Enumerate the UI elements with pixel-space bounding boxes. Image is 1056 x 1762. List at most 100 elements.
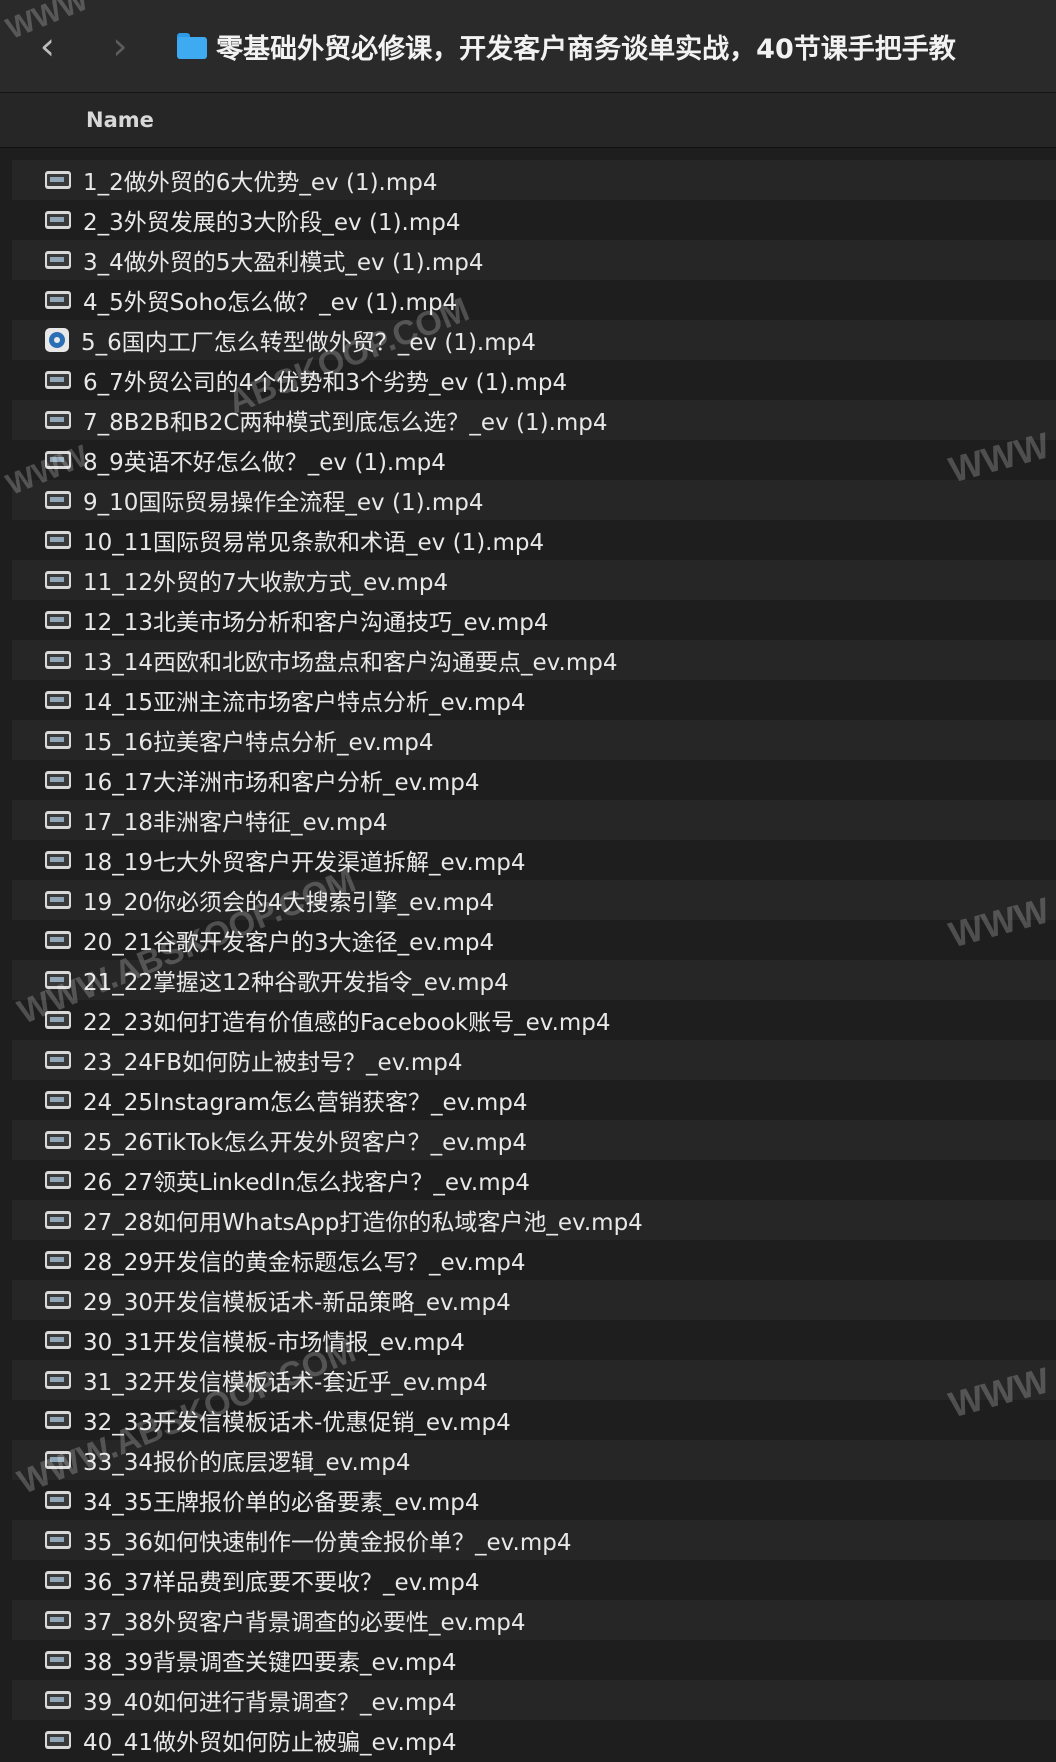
file-row[interactable]: 22_23如何打造有价值感的Facebook账号_ev.mp4 [12,1000,1056,1040]
file-row[interactable]: 31_32开发信模板话术-套近乎_ev.mp4 [12,1360,1056,1400]
file-name: 39_40如何进行背景调查？_ev.mp4 [83,1690,457,1716]
file-name: 30_31开发信模板-市场情报_ev.mp4 [83,1330,465,1356]
file-name: 9_10国际贸易操作全流程_ev (1).mp4 [83,490,484,516]
file-row[interactable]: 6_7外贸公司的4个优势和3个劣势_ev (1).mp4 [12,360,1056,400]
video-file-icon [45,1491,71,1509]
file-name: 25_26TikTok怎么开发外贸客户？_ev.mp4 [83,1130,528,1156]
video-file-icon [45,1171,71,1189]
video-file-icon [45,611,71,629]
folder-icon [177,33,208,59]
file-row[interactable]: 33_34报价的底层逻辑_ev.mp4 [12,1440,1056,1480]
file-name: 3_4做外贸的5大盈利模式_ev (1).mp4 [83,250,484,276]
forward-button[interactable]: › [101,18,140,74]
file-row[interactable]: 32_33开发信模板话术-优惠促销_ev.mp4 [12,1400,1056,1440]
video-file-icon [45,891,71,909]
file-name: 15_16拉美客户特点分析_ev.mp4 [83,730,434,756]
file-row[interactable]: 3_4做外贸的5大盈利模式_ev (1).mp4 [12,240,1056,280]
file-row[interactable]: 4_5外贸Soho怎么做？_ev (1).mp4 [12,280,1056,320]
file-row[interactable]: 30_31开发信模板-市场情报_ev.mp4 [12,1320,1056,1360]
file-name: 21_22掌握这12种谷歌开发指令_ev.mp4 [83,970,509,996]
file-row[interactable]: 24_25Instagram怎么营销获客？_ev.mp4 [12,1080,1056,1120]
file-name: 18_19七大外贸客户开发渠道拆解_ev.mp4 [83,850,526,876]
file-row[interactable]: 14_15亚洲主流市场客户特点分析_ev.mp4 [12,680,1056,720]
video-file-icon [45,491,71,509]
video-file-icon [45,811,71,829]
video-file-icon [45,531,71,549]
file-row[interactable]: 9_10国际贸易操作全流程_ev (1).mp4 [12,480,1056,520]
file-row[interactable]: 2_3外贸发展的3大阶段_ev (1).mp4 [12,200,1056,240]
file-name: 5_6国内工厂怎么转型做外贸？_ev (1).mp4 [81,330,536,356]
file-row[interactable]: 27_28如何用WhatsApp打造你的私域客户池_ev.mp4 [12,1200,1056,1240]
file-name: 27_28如何用WhatsApp打造你的私域客户池_ev.mp4 [83,1210,643,1236]
video-file-icon [45,771,71,789]
file-row[interactable]: 13_14西欧和北欧市场盘点和客户沟通要点_ev.mp4 [12,640,1056,680]
video-file-icon [45,1571,71,1589]
back-button[interactable]: ‹ [28,18,67,74]
file-row[interactable]: 11_12外贸的7大收款方式_ev.mp4 [12,560,1056,600]
file-name: 16_17大洋洲市场和客户分析_ev.mp4 [83,770,480,796]
file-list: 1_2做外贸的6大优势_ev (1).mp4 2_3外贸发展的3大阶段_ev (1… [12,160,1056,1760]
name-column-header[interactable]: Name [86,108,154,132]
file-row[interactable]: 40_41做外贸如何防止被骗_ev.mp4 [12,1720,1056,1760]
file-name: 12_13北美市场分析和客户沟通技巧_ev.mp4 [83,610,549,636]
video-file-icon [45,1091,71,1109]
file-row[interactable]: 5_6国内工厂怎么转型做外贸？_ev (1).mp4 [12,320,1056,360]
file-name: 6_7外贸公司的4个优势和3个劣势_ev (1).mp4 [83,370,568,396]
file-name: 17_18非洲客户特征_ev.mp4 [83,810,388,836]
file-name: 24_25Instagram怎么营销获客？_ev.mp4 [83,1090,528,1116]
file-row[interactable]: 35_36如何快速制作一份黄金报价单？_ev.mp4 [12,1520,1056,1560]
file-row[interactable]: 34_35王牌报价单的必备要素_ev.mp4 [12,1480,1056,1520]
file-row[interactable]: 17_18非洲客户特征_ev.mp4 [12,800,1056,840]
file-row[interactable]: 12_13北美市场分析和客户沟通技巧_ev.mp4 [12,600,1056,640]
file-row[interactable]: 10_11国际贸易常见条款和术语_ev (1).mp4 [12,520,1056,560]
file-name: 14_15亚洲主流市场客户特点分析_ev.mp4 [83,690,526,716]
file-name: 37_38外贸客户背景调查的必要性_ev.mp4 [83,1610,526,1636]
file-row[interactable]: 18_19七大外贸客户开发渠道拆解_ev.mp4 [12,840,1056,880]
file-name: 11_12外贸的7大收款方式_ev.mp4 [83,570,449,596]
file-name: 29_30开发信模板话术-新品策略_ev.mp4 [83,1290,511,1316]
file-row[interactable]: 37_38外贸客户背景调查的必要性_ev.mp4 [12,1600,1056,1640]
file-row[interactable]: 21_22掌握这12种谷歌开发指令_ev.mp4 [12,960,1056,1000]
file-name: 40_41做外贸如何防止被骗_ev.mp4 [83,1730,457,1756]
video-file-icon [45,1691,71,1709]
file-row[interactable]: 16_17大洋洲市场和客户分析_ev.mp4 [12,760,1056,800]
video-file-icon [45,211,71,229]
video-file-icon [45,1611,71,1629]
file-row[interactable]: 38_39背景调查关键四要素_ev.mp4 [12,1640,1056,1680]
file-row[interactable]: 23_24FB如何防止被封号？_ev.mp4 [12,1040,1056,1080]
file-name: 1_2做外贸的6大优势_ev (1).mp4 [83,170,438,196]
file-name: 13_14西欧和北欧市场盘点和客户沟通要点_ev.mp4 [83,650,618,676]
video-file-icon [45,1371,71,1389]
video-file-icon [45,411,71,429]
video-file-icon [45,1131,71,1149]
file-row[interactable]: 28_29开发信的黄金标题怎么写？_ev.mp4 [12,1240,1056,1280]
video-file-icon [45,931,71,949]
file-row[interactable]: 39_40如何进行背景调查？_ev.mp4 [12,1680,1056,1720]
file-row[interactable]: 15_16拉美客户特点分析_ev.mp4 [12,720,1056,760]
video-file-icon [45,1411,71,1429]
quicktime-file-icon [45,328,69,352]
video-file-icon [45,1331,71,1349]
video-file-icon [45,1651,71,1669]
video-file-icon [45,171,71,189]
window-title: 零基础外贸必修课，开发客户商务谈单实战，40节课手把手教 [216,33,956,65]
file-row[interactable]: 8_9英语不好怎么做？_ev (1).mp4 [12,440,1056,480]
video-file-icon [45,1211,71,1229]
file-name: 19_20你必须会的4大搜索引擎_ev.mp4 [83,890,495,916]
file-row[interactable]: 19_20你必须会的4大搜索引擎_ev.mp4 [12,880,1056,920]
file-row[interactable]: 26_27领英LinkedIn怎么找客户？_ev.mp4 [12,1160,1056,1200]
file-name: 34_35王牌报价单的必备要素_ev.mp4 [83,1490,480,1516]
file-name: 38_39背景调查关键四要素_ev.mp4 [83,1650,457,1676]
file-row[interactable]: 36_37样品费到底要不要收？_ev.mp4 [12,1560,1056,1600]
file-name: 8_9英语不好怎么做？_ev (1).mp4 [83,450,446,476]
file-row[interactable]: 29_30开发信模板话术-新品策略_ev.mp4 [12,1280,1056,1320]
file-name: 26_27领英LinkedIn怎么找客户？_ev.mp4 [83,1170,530,1196]
file-row[interactable]: 7_8B2B和B2C两种模式到底怎么选？_ev (1).mp4 [12,400,1056,440]
file-name: 33_34报价的底层逻辑_ev.mp4 [83,1450,411,1476]
file-name: 4_5外贸Soho怎么做？_ev (1).mp4 [83,290,458,316]
finder-toolbar: ‹ › 零基础外贸必修课，开发客户商务谈单实战，40节课手把手教 [0,0,1056,93]
file-row[interactable]: 25_26TikTok怎么开发外贸客户？_ev.mp4 [12,1120,1056,1160]
file-name: 36_37样品费到底要不要收？_ev.mp4 [83,1570,480,1596]
file-row[interactable]: 20_21谷歌开发客户的3大途径_ev.mp4 [12,920,1056,960]
file-row[interactable]: 1_2做外贸的6大优势_ev (1).mp4 [12,160,1056,200]
